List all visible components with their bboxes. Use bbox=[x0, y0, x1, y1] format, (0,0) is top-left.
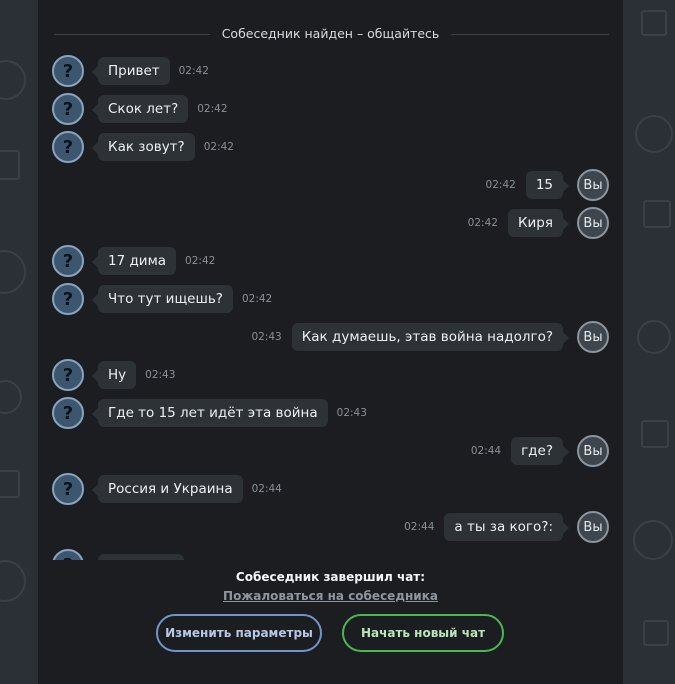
message-incoming: ? Скок лет? 02:42 bbox=[52, 92, 228, 126]
message-outgoing: Вы где? 02:44 bbox=[471, 434, 609, 468]
message-time: 02:43 bbox=[251, 331, 282, 343]
stranger-avatar-icon: ? bbox=[52, 55, 84, 87]
message-time: 02:44 bbox=[404, 521, 435, 533]
message-outgoing: Вы а ты за кого?: 02:44 bbox=[404, 510, 609, 544]
message-bubble-cut-off bbox=[98, 554, 184, 560]
message-bubble: Привет bbox=[92, 57, 170, 85]
message-incoming: ? Где то 15 лет идёт эта война 02:43 bbox=[52, 396, 367, 430]
message-time: 02:43 bbox=[336, 407, 367, 419]
my-avatar-icon: Вы bbox=[577, 435, 609, 467]
message-time: 02:42 bbox=[203, 141, 234, 153]
background-pattern-left bbox=[0, 0, 38, 684]
message-outgoing: Вы 15 02:42 bbox=[486, 168, 609, 202]
background-pattern-right bbox=[623, 0, 675, 684]
message-time: 02:43 bbox=[145, 369, 176, 381]
message-time: 02:44 bbox=[251, 483, 282, 495]
stranger-avatar-icon: ? bbox=[52, 473, 84, 505]
message-incoming: ? Привет 02:42 bbox=[52, 54, 209, 88]
my-avatar-icon: Вы bbox=[577, 511, 609, 543]
stranger-avatar-icon: ? bbox=[52, 397, 84, 429]
message-bubble: 17 дима bbox=[91, 247, 177, 275]
message-incoming: ? Как зовут? 02:42 bbox=[52, 130, 234, 164]
stranger-avatar-icon: ? bbox=[52, 359, 84, 391]
message-bubble: а ты за кого?: bbox=[444, 513, 569, 541]
message-time: 02:42 bbox=[241, 293, 273, 305]
my-avatar-icon: Вы bbox=[577, 207, 609, 239]
message-bubble: Что тут ищешь? bbox=[92, 285, 233, 313]
status-text: Собеседник найден – общайтесь bbox=[209, 26, 452, 41]
stranger-avatar-icon: ? bbox=[52, 245, 84, 277]
message-bubble: Скок лет? bbox=[91, 95, 189, 123]
message-time: 02:42 bbox=[197, 103, 228, 115]
message-bubble: Россия и Украина bbox=[92, 475, 243, 503]
message-incoming: ? Что тут ищешь? 02:42 bbox=[52, 282, 272, 316]
message-time: 02:42 bbox=[485, 179, 516, 191]
message-time: 02:42 bbox=[185, 255, 216, 267]
message-bubble: 15 bbox=[525, 171, 570, 199]
stranger-avatar-icon: ? bbox=[52, 131, 84, 163]
message-time: 02:42 bbox=[178, 65, 209, 77]
message-bubble: Где то 15 лет идёт эта война bbox=[92, 399, 328, 427]
message-outgoing: Вы Как думаешь, этав война надолго? 02:4… bbox=[251, 320, 609, 354]
message-bubble: Киря bbox=[507, 209, 570, 237]
new-chat-button[interactable]: Начать новый чат bbox=[342, 614, 504, 652]
stranger-avatar-icon: ? bbox=[52, 283, 84, 315]
message-incoming-partial: ? bbox=[52, 548, 184, 560]
chat-panel: Собеседник найден – общайтесь ? Привет 0… bbox=[38, 0, 623, 684]
message-time: 02:42 bbox=[467, 217, 498, 229]
my-avatar-icon: Вы bbox=[577, 321, 609, 353]
my-avatar-icon: Вы bbox=[577, 169, 609, 201]
message-bubble: Как зовут? bbox=[92, 133, 195, 161]
message-bubble: где? bbox=[511, 437, 569, 465]
stranger-avatar-icon: ? bbox=[52, 549, 84, 560]
message-incoming: ? Россия и Украина 02:44 bbox=[52, 472, 282, 506]
message-list[interactable]: ? Привет 02:42 ? Скок лет? 02:42 ? Как з… bbox=[38, 54, 623, 560]
message-bubble: Как думаешь, этав война надолго? bbox=[291, 323, 570, 351]
message-incoming: ? 17 дима 02:42 bbox=[52, 244, 215, 278]
message-outgoing: Вы Киря 02:42 bbox=[468, 206, 609, 240]
message-bubble: Ну bbox=[91, 361, 137, 389]
chat-ended-text: Собеседник завершил чат: bbox=[235, 570, 426, 584]
message-time: 02:44 bbox=[470, 445, 502, 457]
stranger-avatar-icon: ? bbox=[52, 93, 84, 125]
change-params-button[interactable]: Изменить параметры bbox=[156, 614, 322, 652]
message-incoming: ? Ну 02:43 bbox=[52, 358, 175, 392]
report-stranger-link[interactable]: Пожаловаться на собеседника bbox=[38, 589, 623, 603]
